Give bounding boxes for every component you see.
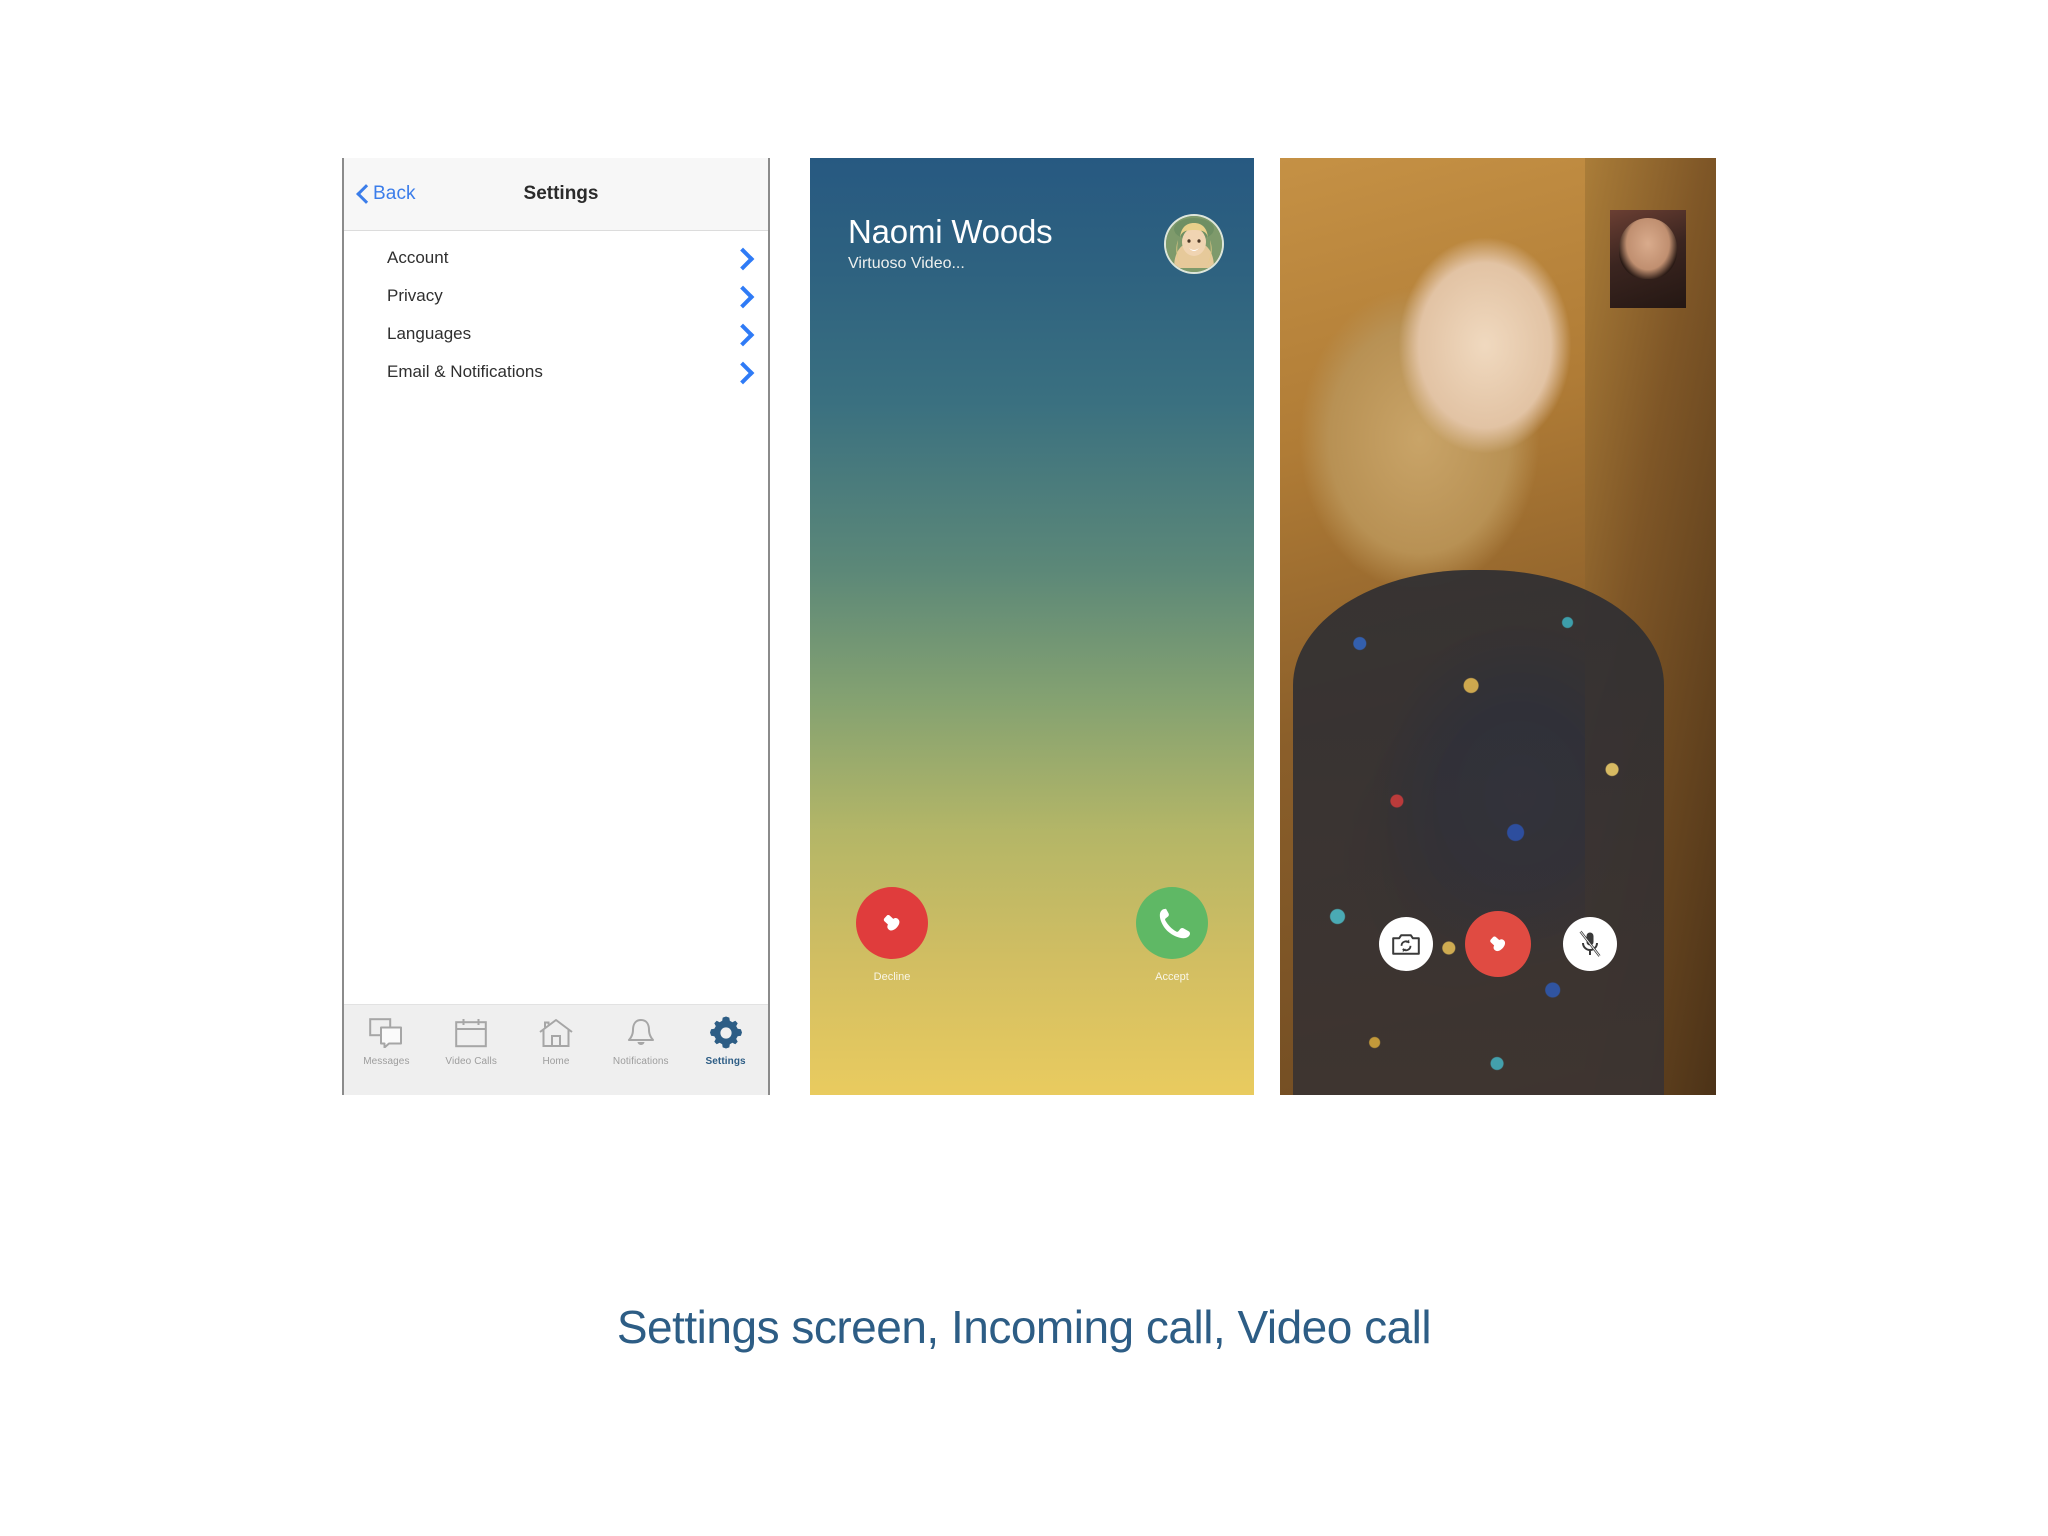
gear-icon <box>706 1013 746 1053</box>
figure-caption: Settings screen, Incoming call, Video ca… <box>616 1301 1432 1353</box>
chevron-right-icon <box>734 360 750 384</box>
decline-label: Decline <box>873 971 911 983</box>
tab-home[interactable]: Home <box>519 1013 593 1067</box>
accept-label: Accept <box>1155 971 1189 983</box>
messages-icon <box>366 1013 406 1053</box>
camera-flip-icon <box>1392 934 1420 955</box>
settings-row-label: Account <box>387 248 449 267</box>
microphone-muted-icon <box>1579 930 1601 957</box>
tab-label: Settings <box>705 1056 746 1067</box>
mute-microphone-button[interactable] <box>1563 917 1617 971</box>
phone-hangup-icon <box>883 915 900 931</box>
settings-row-email-notifications[interactable]: Email & Notifications <box>344 353 768 391</box>
video-call-controls <box>1280 911 1716 977</box>
chevron-right-icon <box>734 284 750 308</box>
video-call-phone <box>1280 158 1716 1095</box>
settings-row-privacy[interactable]: Privacy <box>344 277 768 315</box>
video-foreground-subject <box>1293 570 1664 1095</box>
settings-row-label: Languages <box>387 324 472 343</box>
bell-icon <box>621 1013 661 1053</box>
accept-button[interactable] <box>1136 887 1208 959</box>
settings-row-label: Email & Notifications <box>387 362 543 381</box>
caller-info: Naomi Woods Virtuoso Video... <box>848 213 1053 275</box>
self-view-thumbnail[interactable] <box>1610 210 1686 308</box>
caller-subtitle: Virtuoso Video... <box>848 255 965 272</box>
page-title: Settings <box>523 183 599 204</box>
settings-list: Account Privacy Languages Email & Notifi… <box>344 231 768 1004</box>
phone-hangup-icon <box>1490 936 1506 952</box>
tab-label: Video Calls <box>445 1056 497 1067</box>
settings-screen-phone: Back Settings Account Privacy Languages … <box>342 158 770 1095</box>
end-call-button[interactable] <box>1465 911 1531 977</box>
decline-call-action[interactable]: Decline <box>856 887 928 983</box>
chevron-right-icon <box>734 246 750 270</box>
calendar-icon <box>451 1013 491 1053</box>
tab-label: Notifications <box>612 1056 669 1067</box>
settings-row-account[interactable]: Account <box>344 239 768 277</box>
caller-header: Naomi Woods Virtuoso Video... <box>848 213 1224 275</box>
tab-bar: Messages Video Calls Home Notifications … <box>344 1004 768 1095</box>
settings-row-label: Privacy <box>387 286 443 305</box>
accept-call-action[interactable]: Accept <box>1136 887 1208 983</box>
incoming-call-phone: Naomi Woods Virtuoso Video... Decline Ac… <box>810 158 1254 1095</box>
decline-button[interactable] <box>856 887 928 959</box>
tab-label: Home <box>542 1056 570 1067</box>
tab-notifications[interactable]: Notifications <box>604 1013 678 1067</box>
tab-video-calls[interactable]: Video Calls <box>434 1013 508 1067</box>
phone-icon <box>1159 908 1190 939</box>
call-actions: Decline Accept <box>810 887 1254 983</box>
tab-settings[interactable]: Settings <box>689 1013 763 1067</box>
avatar <box>1164 214 1224 274</box>
settings-row-languages[interactable]: Languages <box>344 315 768 353</box>
tab-label: Messages <box>363 1056 410 1067</box>
tab-messages[interactable]: Messages <box>349 1013 423 1067</box>
caller-name: Naomi Woods <box>848 213 1053 250</box>
chevron-right-icon <box>734 322 750 346</box>
navigation-bar: Back Settings <box>344 158 768 231</box>
switch-camera-button[interactable] <box>1379 917 1433 971</box>
home-icon <box>536 1013 576 1053</box>
